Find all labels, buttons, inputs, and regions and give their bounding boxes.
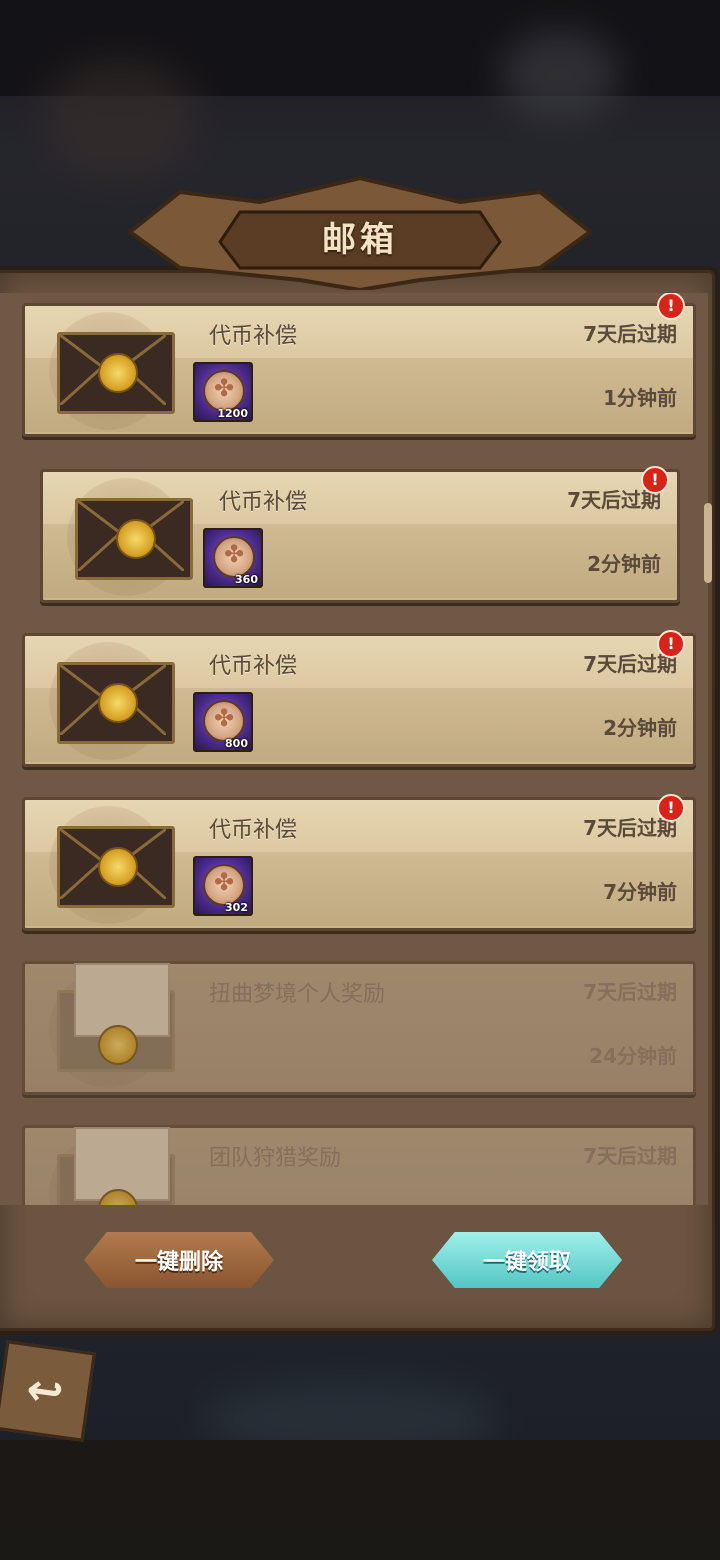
item-quantity: 800	[225, 737, 248, 750]
item-quantity: 360	[235, 573, 258, 586]
unread-alert-icon: !	[641, 466, 669, 494]
wax-seal-icon	[116, 519, 156, 559]
mail-title: 代币补偿	[209, 654, 298, 679]
wax-seal-icon	[98, 1025, 138, 1065]
back-button[interactable]: ↩	[0, 1340, 96, 1442]
coin-icon	[213, 536, 255, 578]
envelope-icon	[57, 826, 175, 908]
envelope-holder	[49, 642, 175, 760]
opened-envelope-icon	[57, 963, 175, 1072]
wax-seal-icon	[98, 683, 138, 723]
mail-timestamp: 24分钟前	[589, 1044, 677, 1068]
reward-item[interactable]: 800	[193, 692, 253, 752]
wax-seal-icon	[98, 353, 138, 393]
mail-list[interactable]: 代币补偿 7天后过期 1分钟前 ! 1200 代币补偿 7天后过期 2分钟前 !	[0, 293, 708, 1205]
mail-title: 扭曲梦境个人奖励	[209, 982, 386, 1007]
item-quantity: 1200	[217, 407, 248, 420]
mailbox-panel: 代币补偿 7天后过期 1分钟前 ! 1200 代币补偿 7天后过期 2分钟前 !	[0, 270, 715, 1331]
envelope-holder	[49, 806, 175, 924]
unread-alert-icon: !	[657, 293, 685, 320]
coin-icon	[203, 864, 245, 906]
mail-title: 代币补偿	[209, 818, 298, 843]
mail-item[interactable]: 代币补偿 7天后过期 2分钟前 ! 800	[22, 630, 696, 767]
mail-expiry: 7天后过期	[583, 322, 677, 346]
wax-seal-icon	[98, 847, 138, 887]
reward-item[interactable]: 1200	[193, 362, 253, 422]
envelope-holder	[49, 963, 175, 1088]
reward-item[interactable]: 302	[193, 856, 253, 916]
mail-timestamp: 7分钟前	[603, 880, 677, 904]
envelope-holder	[67, 478, 193, 596]
delete-all-button[interactable]: 一键删除	[84, 1232, 274, 1288]
envelope-holder	[49, 1127, 175, 1205]
mail-item[interactable]: 团队狩猎奖励 7天后过期	[22, 1125, 696, 1205]
envelope-holder	[49, 312, 175, 430]
opened-envelope-icon	[57, 1127, 175, 1205]
mail-title: 代币补偿	[219, 490, 308, 515]
mail-title: 代币补偿	[209, 324, 298, 349]
reward-item[interactable]: 360	[203, 528, 263, 588]
envelope-icon	[57, 332, 175, 414]
mail-expiry: 7天后过期	[583, 1144, 677, 1168]
unread-alert-icon: !	[657, 630, 685, 658]
mail-item[interactable]: 代币补偿 7天后过期 2分钟前 ! 360	[40, 466, 680, 603]
envelope-icon	[57, 662, 175, 744]
mail-title: 团队狩猎奖励	[209, 1146, 342, 1171]
title-banner: 邮箱	[120, 172, 600, 290]
back-arrow-icon: ↩	[23, 1363, 67, 1419]
mail-item[interactable]: 代币补偿 7天后过期 1分钟前 ! 1200	[22, 293, 696, 437]
mail-item[interactable]: 代币补偿 7天后过期 7分钟前 ! 302	[22, 794, 696, 931]
mail-expiry: 7天后过期	[583, 980, 677, 1004]
coin-icon	[203, 370, 245, 412]
mail-timestamp: 2分钟前	[603, 716, 677, 740]
mail-timestamp: 1分钟前	[603, 386, 677, 410]
item-quantity: 302	[225, 901, 248, 914]
list-scrollbar[interactable]	[704, 503, 712, 583]
envelope-icon	[75, 498, 193, 580]
claim-all-button[interactable]: 一键领取	[432, 1232, 622, 1288]
coin-icon	[203, 700, 245, 742]
mail-timestamp: 2分钟前	[587, 552, 661, 576]
mail-item[interactable]: 扭曲梦境个人奖励 7天后过期 24分钟前	[22, 961, 696, 1095]
page-title: 邮箱	[322, 220, 398, 260]
unread-alert-icon: !	[657, 794, 685, 822]
